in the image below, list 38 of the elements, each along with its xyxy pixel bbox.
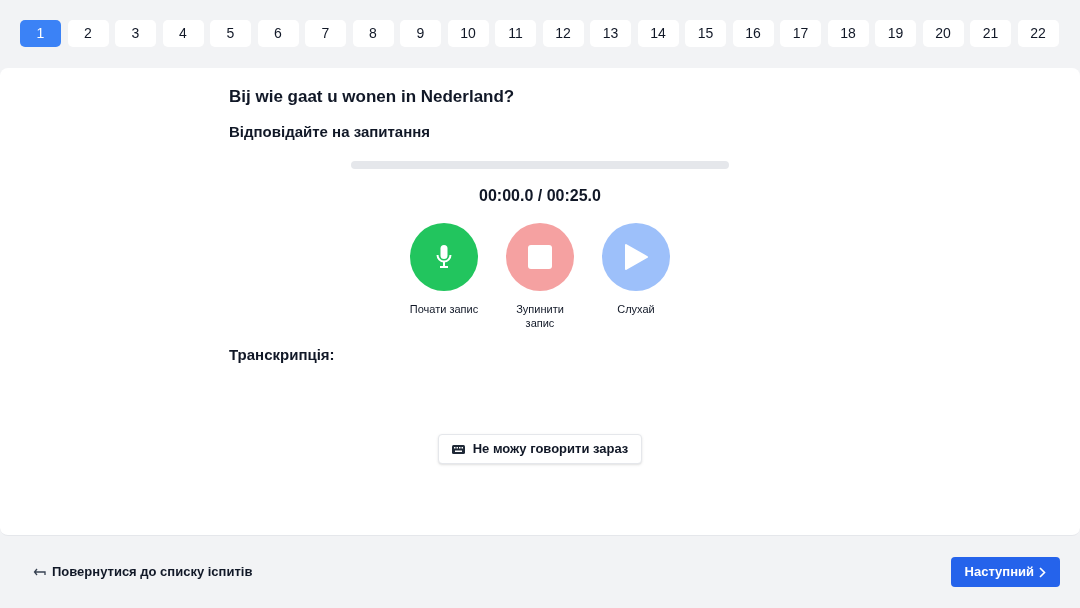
transcription-label: Транскрипція:	[229, 344, 336, 365]
timer-text: 00:00.0 / 00:25.0	[478, 185, 602, 206]
question-tab[interactable]: 20	[922, 20, 964, 47]
control-label: Зупинити запис	[515, 301, 565, 330]
keyboard-icon	[451, 444, 465, 454]
chevron-right-icon	[1039, 566, 1046, 578]
question-tab[interactable]: 19	[875, 20, 916, 47]
question-tab[interactable]: 17	[780, 20, 821, 47]
question-tab[interactable]: 21	[970, 20, 1011, 47]
question-tab[interactable]: 9	[400, 20, 441, 47]
control-label: Слухай	[616, 301, 656, 316]
cant-speak-button[interactable]: Не можу говорити зараз	[437, 434, 643, 464]
question-tab[interactable]: 7	[305, 20, 346, 47]
back-link[interactable]: Повернутися до списку іспитів	[20, 562, 253, 582]
question-tab[interactable]: 1	[20, 20, 61, 47]
question-tab[interactable]: 8	[352, 20, 394, 47]
question-tab[interactable]: 4	[162, 20, 204, 47]
question-tab[interactable]: 11	[495, 20, 536, 47]
instruction-text: Відповідайте на запитання	[229, 122, 432, 142]
question-tab[interactable]: 18	[827, 20, 869, 47]
question-tab[interactable]: 16	[732, 20, 774, 47]
question-tab[interactable]: 2	[67, 20, 109, 47]
question-title: Bij wie gaat u wonen in Nederland?	[229, 86, 516, 106]
question-tab[interactable]: 6	[257, 20, 299, 47]
question-tab[interactable]: 12	[542, 20, 584, 47]
return-arrow-icon	[33, 567, 46, 577]
question-tab[interactable]: 10	[447, 20, 489, 47]
play-icon	[624, 243, 648, 270]
control-label: Почати запис	[408, 301, 480, 316]
question-tab[interactable]: 5	[210, 20, 251, 47]
next-button[interactable]: Наступний	[950, 557, 1060, 587]
stop-icon	[528, 244, 552, 269]
question-tab[interactable]: 13	[590, 20, 631, 47]
question-tab[interactable]: 14	[637, 20, 679, 47]
microphone-icon	[436, 244, 452, 269]
question-tab[interactable]: 15	[685, 20, 726, 47]
question-tab[interactable]: 22	[1017, 20, 1059, 47]
question-tab[interactable]: 3	[115, 20, 156, 47]
